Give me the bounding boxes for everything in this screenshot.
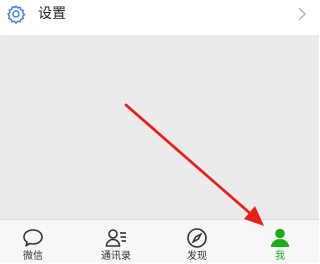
- tab-chats[interactable]: 微信: [3, 220, 63, 264]
- tab-contacts[interactable]: 通讯录: [86, 220, 146, 264]
- settings-label: 设置: [38, 6, 66, 22]
- chevron-right-icon: [298, 7, 307, 21]
- settings-row[interactable]: 设置: [0, 0, 319, 33]
- chat-bubble-icon: [23, 229, 43, 248]
- tab-label-chats: 微信: [23, 251, 43, 262]
- tab-label-discover: 发现: [187, 251, 207, 262]
- tab-discover[interactable]: 发现: [167, 220, 227, 264]
- gear-icon: [7, 4, 26, 24]
- person-icon: [271, 228, 289, 247]
- content-area: [0, 35, 319, 219]
- tab-label-contacts: 通讯录: [101, 251, 131, 262]
- tab-bar: 微信 通讯录 发现 我: [0, 219, 319, 263]
- tab-me[interactable]: 我: [250, 220, 310, 264]
- contacts-icon: [105, 229, 126, 247]
- compass-icon: [187, 228, 207, 248]
- tab-label-me: 我: [275, 251, 285, 262]
